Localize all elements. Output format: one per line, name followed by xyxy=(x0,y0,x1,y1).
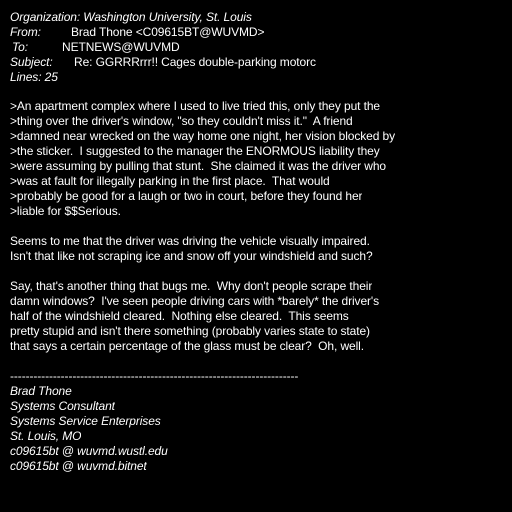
quoted-line: >thing over the driver's window, "so the… xyxy=(10,114,353,128)
quoted-line: >was at fault for illegally parking in t… xyxy=(10,174,330,188)
subject-value: Re: GGRRRrrr!! Cages double-parking moto… xyxy=(74,55,316,69)
signature-company: Systems Service Enterprises xyxy=(10,414,161,428)
from-line: From: Brad Thone <C09615BT@WUVMD> xyxy=(10,25,512,40)
subject-line: Subject: Re: GGRRRrrr!! Cages double-par… xyxy=(10,55,512,70)
quoted-line: >liable for $$Serious. xyxy=(10,204,121,218)
body-line: that says a certain percentage of the gl… xyxy=(10,339,364,353)
quoted-line: >An apartment complex where I used to li… xyxy=(10,99,381,113)
signature-location: St. Louis, MO xyxy=(10,429,82,443)
lines-count: Lines: 25 xyxy=(10,70,58,84)
quoted-line: >were assuming by pulling that stunt. Sh… xyxy=(10,159,386,173)
quoted-line: >probably be good for a laugh or two in … xyxy=(10,189,363,203)
signature-email: c09615bt @ wuvmd.wustl.edu xyxy=(10,444,168,458)
email-message-screen: Organization: Washington University, St.… xyxy=(0,0,512,512)
signature-divider: ----------------------------------------… xyxy=(10,369,299,383)
to-line: To: NETNEWS@WUVMD xyxy=(10,40,512,55)
body-line: half of the windshield cleared. Nothing … xyxy=(10,309,349,323)
body-line: Say, that's another thing that bugs me. … xyxy=(10,279,373,293)
to-value: NETNEWS@WUVMD xyxy=(62,40,180,54)
body-line: Isn't that like not scraping ice and sno… xyxy=(10,249,373,263)
to-label: To: xyxy=(12,40,28,54)
from-label: From: xyxy=(10,25,41,39)
signature-title: Systems Consultant xyxy=(10,399,115,413)
quoted-line: >the sticker. I suggested to the manager… xyxy=(10,144,380,158)
body-line: Seems to me that the driver was driving … xyxy=(10,234,370,248)
subject-label: Subject: xyxy=(10,55,53,69)
from-value: Brad Thone <C09615BT@WUVMD> xyxy=(71,25,265,39)
organization-line: Organization: Washington University, St.… xyxy=(10,10,252,24)
quoted-line: >damned near wrecked on the way home one… xyxy=(10,129,396,143)
signature-name: Brad Thone xyxy=(10,384,72,398)
signature-bitnet: c09615bt @ wuvmd.bitnet xyxy=(10,459,147,473)
body-line: pretty stupid and isn't there something … xyxy=(10,324,370,338)
body-line: damn windows? I've seen people driving c… xyxy=(10,294,380,308)
